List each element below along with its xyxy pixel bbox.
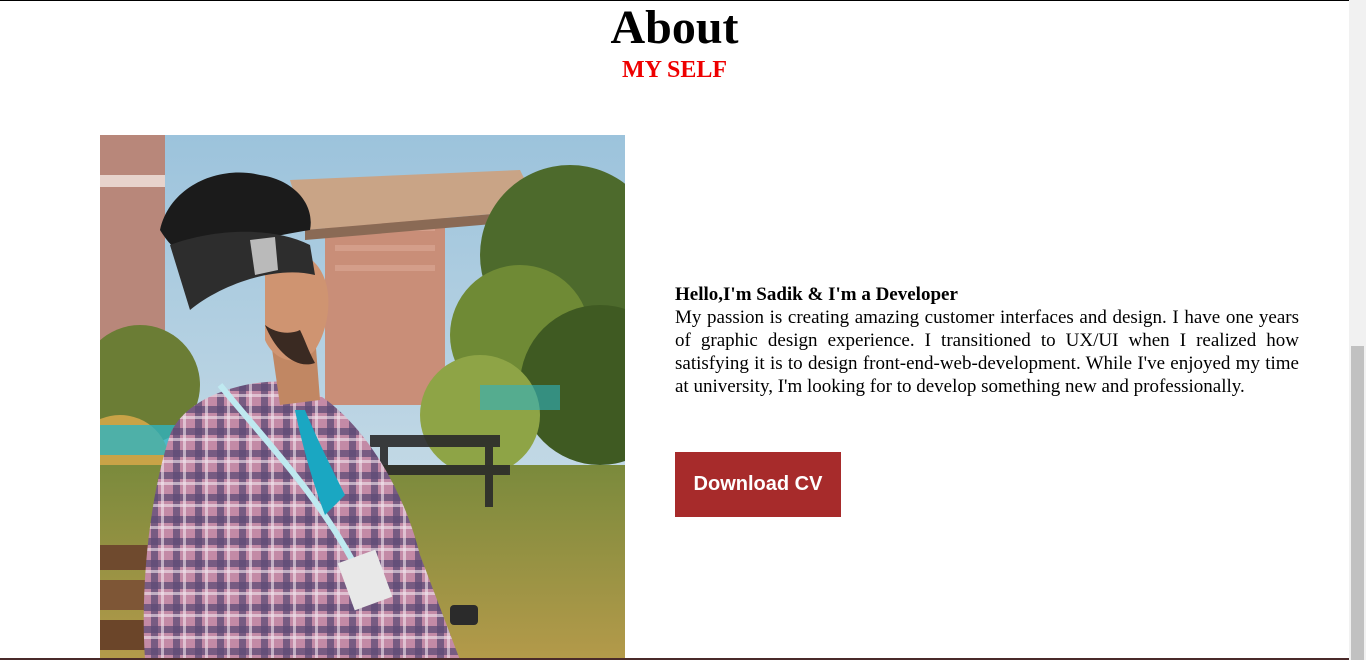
profile-photo [100, 135, 625, 660]
vertical-scrollbar[interactable] [1349, 0, 1366, 660]
greeting: Hello,I'm Sadik & I'm a Developer [675, 284, 958, 305]
download-cv-button[interactable]: Download CV [675, 452, 841, 517]
section-subtitle: MY SELF [621, 57, 728, 83]
section-title: About [610, 1, 739, 54]
scrollbar-thumb[interactable] [1351, 346, 1364, 660]
description: My passion is creating amazing customer … [675, 307, 1299, 397]
about-text: Hello,I'm Sadik & I'm a Developer My pas… [675, 283, 1299, 398]
